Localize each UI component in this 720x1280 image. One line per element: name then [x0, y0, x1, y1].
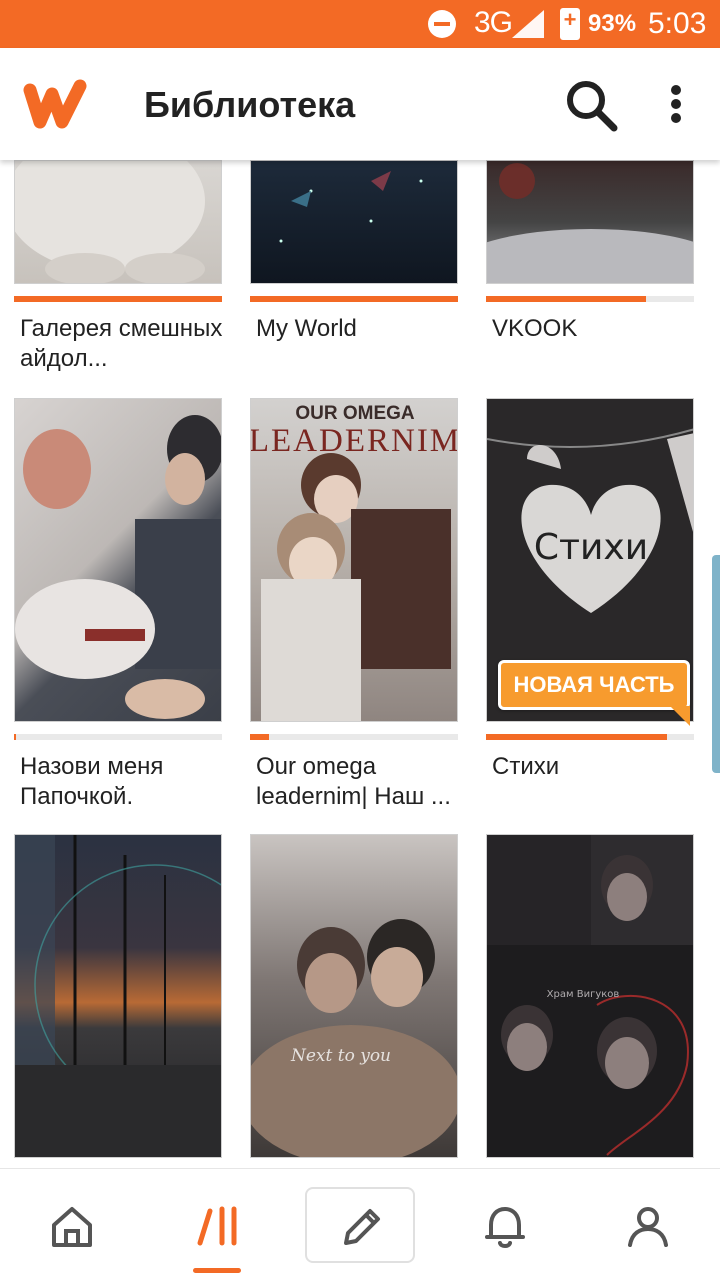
battery-icon — [560, 7, 580, 40]
progress-fill — [486, 296, 647, 302]
book-title[interactable]: VKOOK — [492, 314, 712, 344]
cover-text-line: LEADERNIM — [251, 423, 458, 459]
cover-text-line: Next to you — [290, 1046, 391, 1066]
search-button[interactable] — [562, 76, 622, 136]
status-bar: 3G 93% 5:03 — [0, 0, 720, 48]
cover-text-line: Стихи — [534, 527, 648, 568]
cover-text-line: OUR OMEGA — [295, 403, 415, 424]
wattpad-logo-icon[interactable] — [22, 76, 90, 132]
book-title[interactable]: Our omega leadernim| Наш ... — [256, 752, 476, 812]
book-cover[interactable] — [14, 160, 222, 284]
bottom-navigation — [0, 1168, 720, 1280]
nav-profile-button[interactable] — [593, 1169, 703, 1280]
active-tab-indicator — [193, 1268, 241, 1273]
nav-library-button[interactable] — [165, 1169, 275, 1280]
nav-home-button[interactable] — [17, 1169, 127, 1280]
page-title: Библиотека — [144, 84, 356, 125]
more-options-button[interactable] — [660, 82, 692, 138]
book-title[interactable]: Назови меня Папочкой. — [20, 752, 240, 812]
progress-fill — [250, 734, 269, 740]
nav-write-button[interactable] — [305, 1187, 415, 1263]
book-cover[interactable]: Next to you — [250, 834, 458, 1158]
book-cover[interactable] — [250, 160, 458, 284]
book-title[interactable]: Галерея смешных айдол... — [20, 314, 240, 374]
profile-icon — [628, 1207, 668, 1247]
book-title[interactable]: Стихи — [492, 752, 712, 782]
reading-progress — [486, 734, 694, 740]
reading-progress — [486, 296, 694, 302]
clock: 5:03 — [648, 7, 707, 40]
signal-icon — [512, 10, 544, 38]
reading-progress — [14, 296, 222, 302]
cover-text-line: Храм Вигуков — [547, 989, 620, 1000]
bell-icon — [485, 1207, 525, 1248]
badge-tail — [670, 706, 690, 726]
new-part-badge: НОВАЯ ЧАСТЬ — [498, 660, 690, 710]
search-icon — [567, 81, 618, 132]
reading-progress — [14, 734, 222, 740]
progress-fill — [14, 296, 222, 302]
app-header: Библиотека — [0, 48, 720, 160]
scrollbar-thumb[interactable] — [712, 555, 720, 773]
book-cover[interactable]: OUR OMEGA LEADERNIM — [250, 398, 458, 722]
network-type: 3G — [474, 6, 513, 39]
battery-percent: 93% — [588, 10, 637, 37]
book-title[interactable]: My World — [256, 314, 476, 344]
progress-fill — [250, 296, 458, 302]
library-icon — [197, 1206, 237, 1246]
more-vertical-icon — [671, 85, 681, 123]
do-not-disturb-icon — [428, 10, 456, 38]
progress-fill — [486, 734, 667, 740]
book-cover[interactable] — [14, 834, 222, 1158]
book-cover[interactable] — [486, 160, 694, 284]
home-icon — [52, 1207, 92, 1247]
pencil-icon — [344, 1209, 380, 1245]
reading-progress — [250, 296, 458, 302]
book-cover[interactable] — [14, 398, 222, 722]
reading-progress — [250, 734, 458, 740]
progress-fill — [14, 734, 17, 740]
nav-notifications-button[interactable] — [450, 1169, 560, 1280]
book-cover[interactable]: Храм Вигуков — [486, 834, 694, 1158]
